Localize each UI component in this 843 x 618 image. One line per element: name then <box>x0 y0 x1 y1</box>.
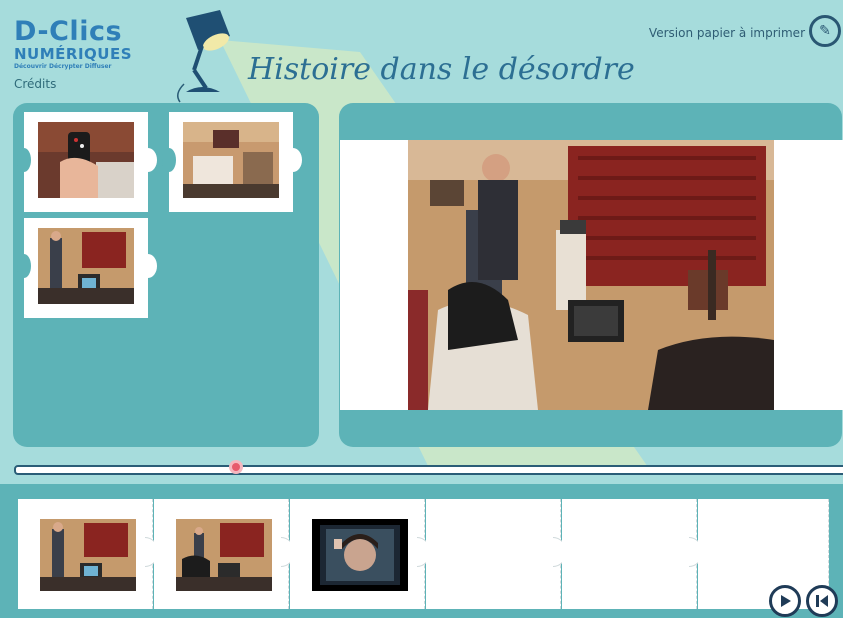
card-image <box>38 122 134 198</box>
card-image <box>38 228 134 304</box>
puzzle-notch <box>162 148 176 172</box>
credits-link[interactable]: Crédits <box>14 77 56 91</box>
timeline-slider-track[interactable] <box>14 465 843 475</box>
logo-tagline: Découvrir Décrypter Diffuser <box>14 63 112 70</box>
lamp-icon <box>177 10 230 103</box>
logo-line1: D-Clics <box>14 16 123 47</box>
preview-area <box>340 140 843 410</box>
puzzle-tab <box>139 148 157 172</box>
card-living-room-empty[interactable] <box>162 112 302 212</box>
puzzle-notch <box>17 148 31 172</box>
edit-icon[interactable]: ✎ <box>809 15 841 47</box>
skip-back-icon[interactable] <box>806 585 838 617</box>
print-version-link[interactable]: Version papier à imprimer <box>649 26 805 40</box>
play-icon[interactable] <box>769 585 801 617</box>
slot-image <box>40 519 136 591</box>
timeline-slider-thumb[interactable] <box>229 460 243 474</box>
card-image <box>183 122 279 198</box>
timeline-slot-5[interactable] <box>562 499 702 609</box>
app-window: D-Clics NUMÉRIQUES Découvrir Décrypter D… <box>0 0 843 618</box>
timeline-slot-4[interactable] <box>426 499 566 609</box>
timeline-slot-1[interactable] <box>18 499 158 609</box>
slot-image <box>312 519 408 591</box>
puzzle-tab <box>139 254 157 278</box>
slot-image <box>176 519 272 591</box>
page-title: Histoire dans le désordre <box>248 52 635 87</box>
logo-line2: NUMÉRIQUES <box>14 45 133 63</box>
puzzle-notch <box>17 254 31 278</box>
puzzle-tab <box>284 148 302 172</box>
preview-image <box>408 140 774 410</box>
card-man-standing[interactable] <box>17 218 157 318</box>
timeline-slot-3[interactable] <box>290 499 430 609</box>
card-tv-remote[interactable] <box>17 112 157 212</box>
logo[interactable]: D-Clics NUMÉRIQUES Découvrir Décrypter D… <box>14 18 154 71</box>
timeline-slot-2[interactable] <box>154 499 294 609</box>
